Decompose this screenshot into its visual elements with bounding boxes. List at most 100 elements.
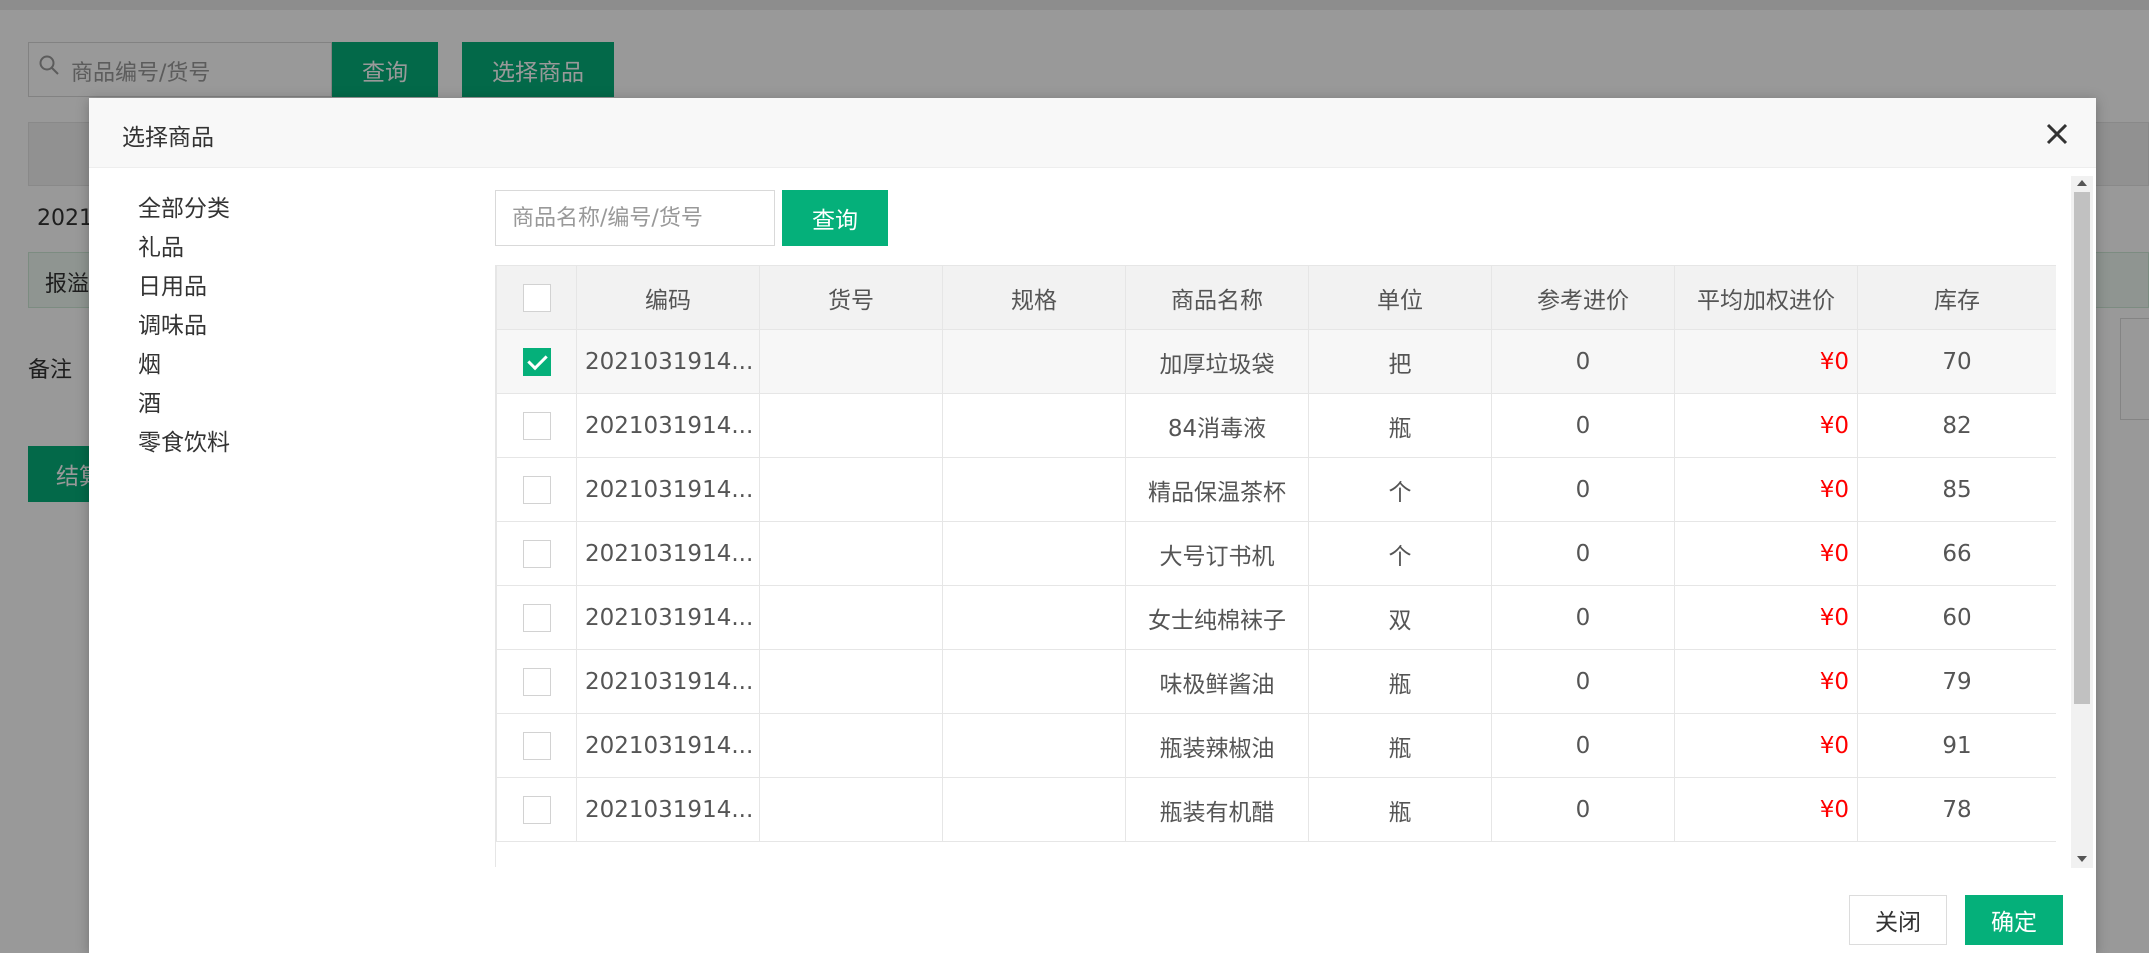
- avg-price-cell: ¥0: [1674, 585, 1858, 650]
- column-header-ref-price[interactable]: 参考进价: [1491, 265, 1675, 330]
- category-list: 全部分类 礼品 日用品 调味品 烟 酒 零食饮料: [138, 190, 230, 463]
- unit-cell: 个: [1308, 457, 1492, 522]
- name-cell: 大号订书机: [1125, 521, 1309, 586]
- table-body: 2021031914... 加厚垃圾袋把 0 ¥0 70 2021031914... 84消…: [496, 329, 2056, 842]
- sku-cell: [759, 649, 943, 714]
- row-select-cell: [496, 713, 577, 778]
- select-all-checkbox[interactable]: [522, 283, 551, 312]
- sku-cell: [759, 777, 943, 842]
- modal-header: 选择商品: [89, 98, 2096, 168]
- row-checkbox[interactable]: [522, 347, 551, 376]
- code-cell: 2021031914...: [576, 649, 760, 714]
- confirm-button[interactable]: 确定: [1965, 895, 2063, 945]
- ref-price-cell: 0: [1491, 521, 1675, 586]
- close-button[interactable]: 关闭: [1849, 895, 1947, 945]
- goods-search-input[interactable]: [495, 190, 775, 246]
- table-row[interactable]: 2021031914... 女士纯棉袜子双 0 ¥0 60: [496, 585, 2056, 650]
- avg-price-cell: ¥0: [1674, 521, 1858, 586]
- table-row[interactable]: 2021031914... 瓶装有机醋瓶 0 ¥0 78: [496, 777, 2056, 842]
- ref-price-cell: 0: [1491, 457, 1675, 522]
- name-cell: 瓶装辣椒油: [1125, 713, 1309, 778]
- column-header-spec[interactable]: 规格: [942, 265, 1126, 330]
- spec-cell: [942, 777, 1126, 842]
- sku-cell: [759, 713, 943, 778]
- sku-cell: [759, 585, 943, 650]
- goods-query-button[interactable]: 查询: [782, 190, 888, 246]
- stock-cell: 79: [1857, 649, 2056, 714]
- scroll-up-icon[interactable]: [2077, 180, 2087, 186]
- column-header-avg-price[interactable]: 平均加权进价: [1674, 265, 1858, 330]
- code-cell: 2021031914...: [576, 521, 760, 586]
- row-checkbox[interactable]: [522, 667, 551, 696]
- name-cell: 味极鲜酱油: [1125, 649, 1309, 714]
- row-select-cell: [496, 393, 577, 458]
- select-goods-modal: 选择商品 全部分类 礼品 日用品 调味品 烟 酒 零食饮料 查询 编码: [89, 98, 2096, 953]
- modal-title: 选择商品: [122, 125, 214, 151]
- avg-price-cell: ¥0: [1674, 457, 1858, 522]
- avg-price-cell: ¥0: [1674, 713, 1858, 778]
- spec-cell: [942, 329, 1126, 394]
- scrollbar-thumb[interactable]: [2074, 192, 2090, 704]
- row-select-cell: [496, 649, 577, 714]
- table-row[interactable]: 2021031914... 瓶装辣椒油瓶 0 ¥0 91: [496, 713, 2056, 778]
- stock-cell: 91: [1857, 713, 2056, 778]
- category-item-seasoning[interactable]: 调味品: [138, 307, 230, 346]
- ref-price-cell: 0: [1491, 777, 1675, 842]
- category-item-all[interactable]: 全部分类: [138, 190, 230, 229]
- name-cell: 84消毒液: [1125, 393, 1309, 458]
- row-checkbox[interactable]: [522, 539, 551, 568]
- sku-cell: [759, 329, 943, 394]
- unit-cell: 双: [1308, 585, 1492, 650]
- unit-cell: 把: [1308, 329, 1492, 394]
- code-cell: 2021031914...: [576, 713, 760, 778]
- name-cell: 精品保温茶杯: [1125, 457, 1309, 522]
- category-item-gifts[interactable]: 礼品: [138, 229, 230, 268]
- sku-cell: [759, 457, 943, 522]
- spec-cell: [942, 457, 1126, 522]
- close-icon[interactable]: [2043, 120, 2071, 148]
- row-checkbox[interactable]: [522, 603, 551, 632]
- stock-cell: 82: [1857, 393, 2056, 458]
- column-header-code[interactable]: 编码: [576, 265, 760, 330]
- row-select-cell: [496, 585, 577, 650]
- unit-cell: 瓶: [1308, 713, 1492, 778]
- row-select-cell: [496, 329, 577, 394]
- table-row[interactable]: 2021031914... 大号订书机个 0 ¥0 66: [496, 521, 2056, 586]
- avg-price-cell: ¥0: [1674, 329, 1858, 394]
- row-checkbox[interactable]: [522, 731, 551, 760]
- ref-price-cell: 0: [1491, 713, 1675, 778]
- spec-cell: [942, 521, 1126, 586]
- stock-cell: 60: [1857, 585, 2056, 650]
- goods-table-wrapper: 编码 货号 规格 商品名称 单位 参考进价 平均加权进价 库存 20210319…: [495, 265, 2056, 867]
- scroll-down-icon[interactable]: [2077, 856, 2087, 862]
- name-cell: 加厚垃圾袋: [1125, 329, 1309, 394]
- row-checkbox[interactable]: [522, 411, 551, 440]
- name-cell: 瓶装有机醋: [1125, 777, 1309, 842]
- table-row[interactable]: 2021031914... 加厚垃圾袋把 0 ¥0 70: [496, 329, 2056, 394]
- row-checkbox[interactable]: [522, 475, 551, 504]
- category-item-daily[interactable]: 日用品: [138, 268, 230, 307]
- row-select-cell: [496, 457, 577, 522]
- column-header-sku[interactable]: 货号: [759, 265, 943, 330]
- unit-cell: 个: [1308, 521, 1492, 586]
- row-checkbox[interactable]: [522, 795, 551, 824]
- ref-price-cell: 0: [1491, 329, 1675, 394]
- sku-cell: [759, 393, 943, 458]
- category-item-tobacco[interactable]: 烟: [138, 346, 230, 385]
- stock-cell: 66: [1857, 521, 2056, 586]
- select-all-cell: [496, 265, 577, 330]
- unit-cell: 瓶: [1308, 777, 1492, 842]
- ref-price-cell: 0: [1491, 585, 1675, 650]
- column-header-unit[interactable]: 单位: [1308, 265, 1492, 330]
- table-header-row: 编码 货号 规格 商品名称 单位 参考进价 平均加权进价 库存: [496, 265, 2056, 330]
- column-header-stock[interactable]: 库存: [1857, 265, 2056, 330]
- category-item-snacks[interactable]: 零食饮料: [138, 424, 230, 463]
- stock-cell: 78: [1857, 777, 2056, 842]
- table-row[interactable]: 2021031914... 味极鲜酱油瓶 0 ¥0 79: [496, 649, 2056, 714]
- table-row[interactable]: 2021031914... 精品保温茶杯个 0 ¥0 85: [496, 457, 2056, 522]
- sku-cell: [759, 521, 943, 586]
- table-row[interactable]: 2021031914... 84消毒液瓶 0 ¥0 82: [496, 393, 2056, 458]
- vertical-scrollbar[interactable]: [2071, 176, 2093, 868]
- column-header-name[interactable]: 商品名称: [1125, 265, 1309, 330]
- category-item-liquor[interactable]: 酒: [138, 385, 230, 424]
